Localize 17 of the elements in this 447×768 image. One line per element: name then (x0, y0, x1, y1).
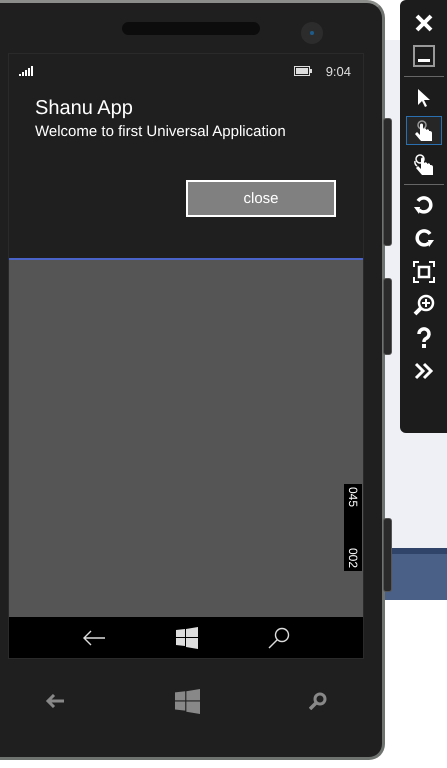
camera-icon (300, 21, 324, 45)
app-title: Shanu App (35, 97, 134, 120)
fit-to-screen-icon (412, 260, 436, 284)
signal-icon (19, 66, 35, 76)
tool-button[interactable] (406, 116, 442, 145)
battery-icon (294, 66, 312, 76)
clock-time: 9:04 (326, 64, 351, 78)
windows-icon[interactable] (176, 626, 198, 648)
counter-value: 045 (345, 487, 361, 508)
app-subtitle: Welcome to first Universal Application (35, 123, 287, 140)
zoom-in-icon (412, 292, 436, 316)
multi-touch-icon (412, 152, 436, 176)
close-button[interactable]: close (186, 180, 336, 217)
minimize-icon (412, 44, 436, 68)
counter-value: 002 (345, 548, 361, 568)
search-icon[interactable] (268, 626, 290, 648)
pointer-icon (418, 88, 430, 106)
